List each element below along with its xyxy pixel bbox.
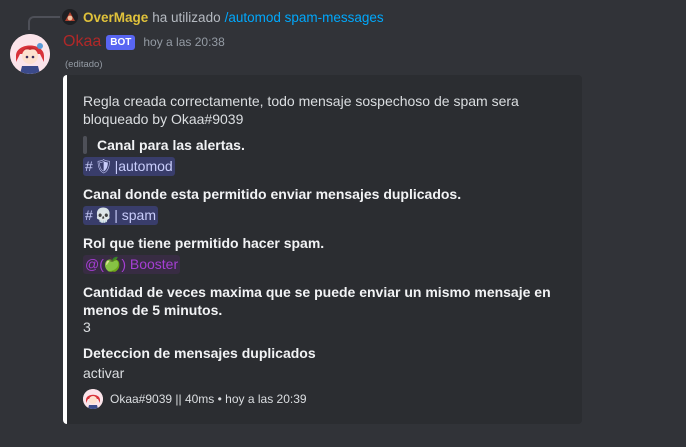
reply-action-text: ha utilizado: [152, 9, 221, 25]
detect-field-value: activar: [83, 365, 125, 381]
reply-connector: [28, 16, 60, 30]
green-apple-icon: 🍏: [103, 256, 122, 272]
role-name: ) Booster: [121, 256, 179, 272]
detect-field-title: Deteccion de mensajes duplicados: [83, 345, 316, 361]
channel-mention-spam[interactable]: # 💀 | spam: [83, 206, 158, 225]
shield-icon: 🛡: [94, 158, 113, 174]
hash-icon: #: [85, 158, 93, 174]
channel-mention-automod[interactable]: # 🛡 |automod: [83, 157, 175, 176]
edited-label: (editado): [65, 59, 103, 70]
reply-author[interactable]: OverMage: [83, 10, 148, 25]
message-header: Okaa BOT hoy a las 20:38: [63, 32, 225, 52]
role-field-value: @ ( 🍏 ) Booster: [83, 255, 181, 274]
dup-channel-field-value: # 💀 | spam: [83, 206, 158, 225]
role-field-title: Rol que tiene permitido hacer spam.: [83, 235, 325, 251]
alerts-field-title: Canal para las alertas.: [97, 137, 245, 153]
role-mention-booster[interactable]: @ ( 🍏 ) Booster: [83, 255, 181, 274]
count-field-title: Cantidad de veces maxima que se puede en…: [83, 284, 551, 318]
footer-avatar: [83, 389, 103, 409]
reply-command-link[interactable]: /automod spam-messages: [225, 10, 384, 25]
bot-badge: BOT: [106, 34, 136, 50]
channel-name: | spam: [114, 207, 156, 223]
hash-icon: #: [85, 207, 93, 223]
skull-icon: 💀: [94, 207, 113, 223]
channel-name: |automod: [114, 158, 173, 174]
reply-avatar[interactable]: [62, 9, 78, 25]
username[interactable]: Okaa: [63, 33, 101, 51]
avatar[interactable]: [10, 34, 50, 74]
alerts-field-value: # 🛡 |automod: [83, 157, 175, 176]
quote-block: Canal para las alertas.: [83, 136, 245, 154]
count-field-value: 3: [83, 319, 91, 335]
chat-message: OverMage ha utilizado /automod spam-mess…: [0, 0, 686, 447]
quote-bar: [83, 136, 87, 154]
at-symbol: @: [85, 256, 100, 272]
embed-footer: Okaa#9039 || 40ms • hoy a las 20:39: [83, 389, 307, 409]
footer-text: Okaa#9039 || 40ms • hoy a las 20:39: [110, 392, 307, 406]
timestamp[interactable]: hoy a las 20:38: [143, 35, 224, 49]
dup-channel-field-title: Canal donde esta permitido enviar mensaj…: [83, 186, 462, 202]
reply-header[interactable]: OverMage ha utilizado /automod spam-mess…: [62, 8, 384, 26]
embed: Regla creada correctamente, todo mensaje…: [63, 75, 582, 424]
embed-description: Regla creada correctamente, todo mensaje…: [83, 93, 519, 127]
